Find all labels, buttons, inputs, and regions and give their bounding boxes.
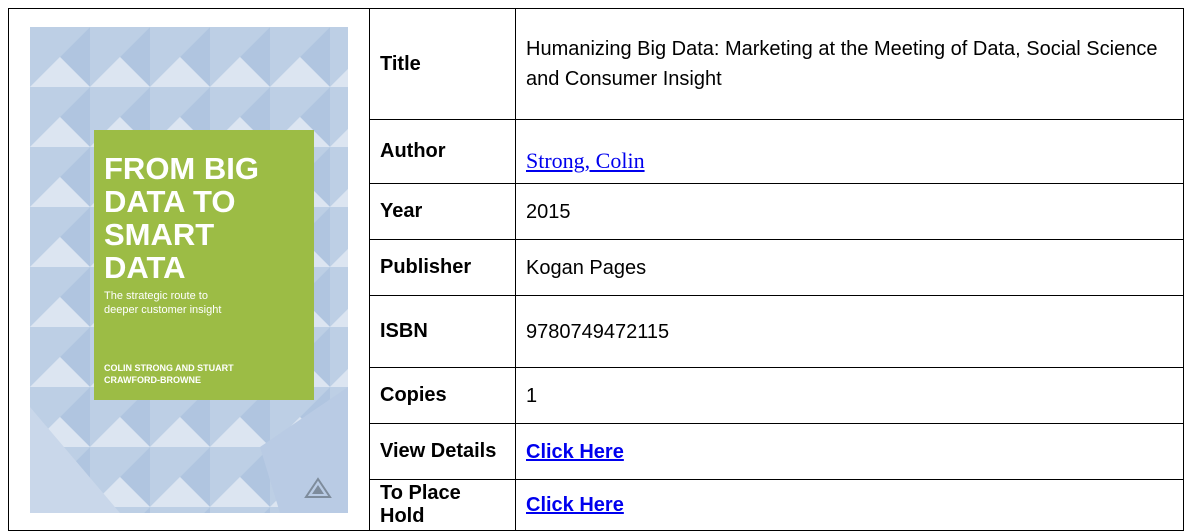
copies-value: 1: [515, 367, 1184, 424]
publisher-value: Kogan Pages: [515, 239, 1184, 296]
place-hold-link[interactable]: Click Here: [526, 494, 624, 516]
cover-headline-1: FROM BIG: [104, 151, 259, 186]
cover-authors-2: CRAWFORD-BROWNE: [104, 375, 201, 385]
author-label: Author: [369, 119, 516, 184]
book-details-table: FROM BIG DATA TO SMART DATA The strategi…: [8, 8, 1184, 531]
book-cover-image: FROM BIG DATA TO SMART DATA The strategi…: [30, 26, 348, 513]
cover-subtitle-1: The strategic route to: [104, 290, 208, 302]
title-value: Humanizing Big Data: Marketing at the Me…: [515, 8, 1184, 120]
view-details-link[interactable]: Click Here: [526, 441, 624, 463]
copies-label: Copies: [369, 367, 516, 424]
isbn-value: 9780749472115: [515, 295, 1184, 368]
view-details-label: View Details: [369, 423, 516, 480]
year-value: 2015: [515, 183, 1184, 240]
title-label: Title: [369, 8, 516, 120]
isbn-label: ISBN: [369, 295, 516, 368]
place-hold-label: To Place Hold: [369, 479, 516, 531]
cover-headline-4: DATA: [104, 250, 186, 285]
view-details-value-cell: Click Here: [515, 423, 1184, 480]
book-cover-cell: FROM BIG DATA TO SMART DATA The strategi…: [8, 8, 370, 531]
author-link[interactable]: Strong, Colin: [526, 148, 645, 173]
author-value-cell: Strong, Colin: [515, 119, 1184, 184]
cover-headline-3: SMART: [104, 217, 214, 252]
publisher-label: Publisher: [369, 239, 516, 296]
cover-headline-2: DATA TO: [104, 184, 235, 219]
cover-authors-1: COLIN STRONG AND STUART: [104, 363, 234, 373]
cover-subtitle-2: deeper customer insight: [104, 304, 221, 316]
year-label: Year: [369, 183, 516, 240]
place-hold-value-cell: Click Here: [515, 479, 1184, 531]
